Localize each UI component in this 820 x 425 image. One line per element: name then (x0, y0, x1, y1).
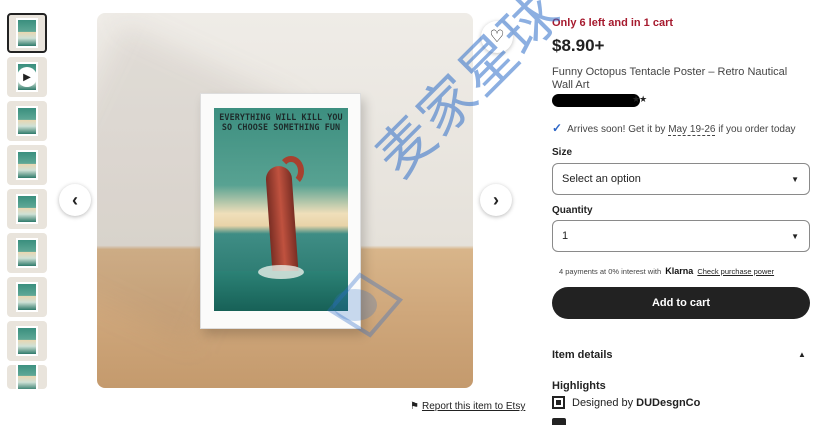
klarna-info: 4 payments at 0% interest with Klarna Ch… (559, 266, 775, 276)
design-icon (552, 396, 565, 409)
size-selected-value: Select an option (562, 173, 641, 185)
quantity-selected-value: 1 (562, 230, 569, 242)
caret-down-icon: ▼ (791, 232, 799, 241)
thumbnail-3[interactable] (7, 101, 47, 141)
caret-up-icon[interactable]: ▲ (798, 350, 806, 359)
chevron-right-icon[interactable]: › (480, 184, 512, 216)
quantity-label: Quantity (552, 205, 593, 216)
thumbnail-video[interactable]: ▶ (7, 57, 47, 97)
quantity-select[interactable]: 1 ▼ (552, 220, 810, 252)
size-label: Size (552, 147, 573, 158)
shipping-date[interactable]: May 19-26 (668, 124, 716, 136)
check-icon: ✓ (552, 121, 563, 135)
size-select[interactable]: Select an option ▼ (552, 163, 810, 195)
poster-text: EVERYTHING WILL KILL YOU SO CHOOSE SOMET… (219, 112, 343, 132)
poster-frame: EVERYTHING WILL KILL YOU SO CHOOSE SOMET… (200, 93, 361, 329)
highlights-heading: Highlights (552, 380, 606, 392)
add-to-cart-button[interactable]: Add to cart (552, 287, 810, 319)
thumbnail-7[interactable] (7, 277, 47, 317)
caret-down-icon: ▼ (791, 175, 799, 184)
designed-by: Designed by DUDesgnCo (552, 396, 700, 409)
listing-title: Funny Octopus Tentacle Poster – Retro Na… (552, 66, 788, 91)
flag-icon: ⚑ (410, 401, 419, 412)
item-details-toggle[interactable]: Item details (552, 349, 613, 361)
thumbnail-5[interactable] (7, 189, 47, 229)
thumbnail-4[interactable] (7, 145, 47, 185)
check-purchase-power-link[interactable]: Check purchase power (697, 267, 774, 276)
thumbnail-1[interactable] (7, 13, 47, 53)
redacted-shop-name (552, 94, 640, 107)
klarna-logo: Klarna (665, 266, 694, 276)
rating-stars[interactable]: ★★ (632, 94, 647, 105)
product-image[interactable]: EVERYTHING WILL KILL YOU SO CHOOSE SOMET… (97, 13, 473, 388)
designer-name[interactable]: DUDesgnCo (636, 397, 700, 409)
poster-artwork: EVERYTHING WILL KILL YOU SO CHOOSE SOMET… (214, 108, 348, 311)
materials-icon (552, 418, 566, 425)
thumbnail-8[interactable] (7, 321, 47, 361)
play-icon: ▶ (17, 67, 37, 87)
report-item-link[interactable]: ⚑ Report this item to Etsy (410, 401, 525, 412)
thumbnail-6[interactable] (7, 233, 47, 273)
thumbnail-9[interactable] (7, 365, 47, 389)
chevron-left-icon[interactable]: ‹ (59, 184, 91, 216)
shipping-estimate: ✓ Arrives soon! Get it by May 19-26 if yo… (552, 121, 796, 136)
